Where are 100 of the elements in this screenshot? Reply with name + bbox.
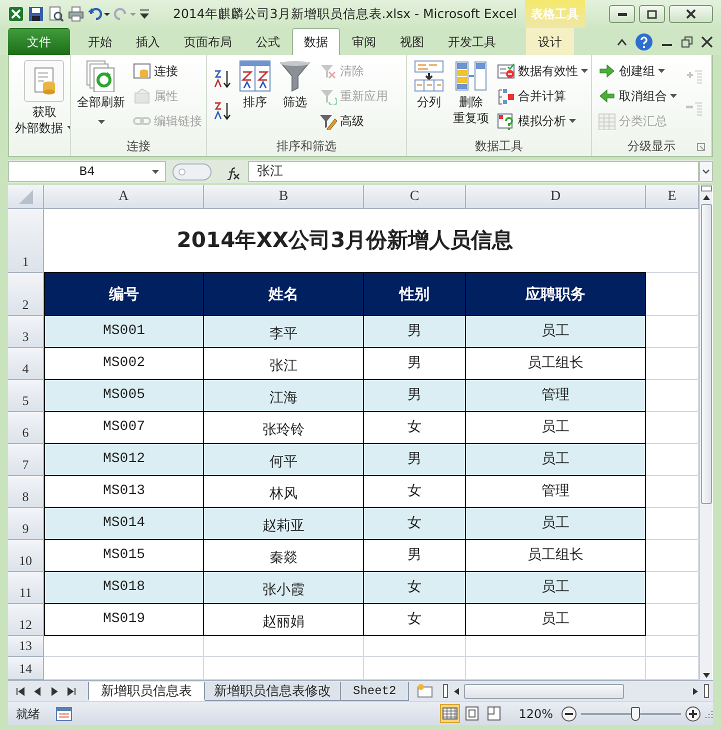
ribbon-tab[interactable]: 页面布局 [172, 28, 244, 55]
ribbon-button[interactable]: 取消组合 [596, 84, 679, 108]
insert-sheet-icon[interactable] [415, 683, 436, 699]
row-header[interactable]: 1 [8, 209, 44, 273]
ribbon-tab[interactable]: 文件 [8, 28, 70, 55]
close-icon[interactable] [701, 36, 713, 48]
ribbon-tab[interactable]: 开发工具 [436, 28, 508, 55]
column-header[interactable]: E [646, 185, 699, 209]
ribbon-button[interactable]: 获取 外部数据 [13, 59, 70, 138]
column-header[interactable]: A [44, 185, 204, 209]
name-box[interactable]: B4 [8, 161, 166, 182]
row-header[interactable]: 8 [8, 476, 44, 508]
first-sheet-icon[interactable] [16, 686, 25, 696]
clear-filter-icon [319, 62, 337, 80]
row-header[interactable]: 5 [8, 380, 44, 412]
table-cell: 员工 [466, 508, 646, 540]
caret-icon [569, 119, 576, 123]
window-title: 2014年麒麟公司3月新增职员信息表.xlsx - Microsoft Excel [172, 4, 518, 23]
record-macro-icon[interactable] [56, 706, 72, 720]
table-cell: MS019 [44, 604, 204, 636]
scroll-right-icon[interactable] [692, 686, 700, 696]
sheet-tab[interactable]: Sheet2 [340, 682, 410, 700]
zoom-level: 120% [518, 706, 553, 722]
save-icon[interactable] [28, 6, 44, 22]
ribbon-tab[interactable]: 数据 [292, 28, 340, 55]
table-cell: 张小霞 [204, 572, 364, 604]
next-sheet-icon[interactable] [50, 686, 59, 696]
splitter-handle-icon[interactable] [172, 162, 212, 182]
vertical-scrollbar[interactable] [699, 185, 712, 680]
ribbon-button[interactable]: 连接 [131, 59, 204, 83]
row-header[interactable]: 13 [8, 636, 44, 657]
scroll-left-icon[interactable] [452, 686, 460, 696]
column-header[interactable]: C [364, 185, 466, 209]
row-header[interactable]: 11 [8, 572, 44, 604]
ribbon-button[interactable]: 筛选 [277, 59, 313, 112]
previous-sheet-icon[interactable] [33, 686, 42, 696]
row-header[interactable]: 2 [8, 273, 44, 316]
printer-icon[interactable] [68, 6, 84, 22]
row-header[interactable]: 10 [8, 540, 44, 572]
row-header[interactable]: 12 [8, 604, 44, 636]
scroll-up-icon[interactable] [702, 193, 710, 201]
group-label: 数据工具 [475, 139, 523, 153]
ribbon-tab[interactable]: 插入 [124, 28, 172, 55]
ribbon-button[interactable]: 删除 重复项 [451, 59, 491, 128]
ribbon-tab[interactable]: 视图 [388, 28, 436, 55]
customize-menu-icon[interactable] [140, 9, 149, 19]
row-header[interactable]: 6 [8, 412, 44, 444]
column-header[interactable]: B [204, 185, 364, 209]
row-header[interactable]: 3 [8, 316, 44, 348]
ribbon-button[interactable]: 全部刷新 [75, 59, 127, 132]
ribbon-button[interactable]: 创建组 [596, 59, 679, 83]
ribbon-tab[interactable]: 开始 [76, 28, 124, 55]
sort-a-to-z-icon [213, 68, 231, 88]
split-box-icon[interactable] [704, 684, 709, 698]
ribbon-button[interactable]: 合并计算 [495, 84, 590, 108]
table-cell: 男 [364, 380, 466, 412]
ribbon-button[interactable]: 数据有效性 [495, 59, 590, 83]
horizontal-scrollbar-thumb[interactable] [464, 684, 624, 698]
table-cell: 女 [364, 572, 466, 604]
tab-splitter-icon[interactable] [443, 684, 448, 698]
zoom-out-icon[interactable] [561, 706, 577, 722]
table-cell: MS014 [44, 508, 204, 540]
ribbon-tab[interactable]: 设计 [526, 28, 574, 55]
ribbon-button[interactable]: 排序 [237, 59, 273, 112]
zoom-slider-thumb[interactable] [631, 706, 640, 720]
minimize-icon [618, 12, 626, 16]
normal-view-button[interactable] [440, 705, 459, 722]
zoom-in-icon[interactable] [685, 706, 701, 722]
page-layout-button[interactable] [462, 705, 481, 722]
table-cell: MS012 [44, 444, 204, 476]
maximize-button[interactable] [639, 5, 665, 23]
expand-formula-icon[interactable] [699, 161, 713, 182]
ribbon-button[interactable]: 分列 [411, 59, 447, 112]
close-button[interactable] [669, 5, 713, 23]
ribbon-button[interactable]: 模拟分析 [495, 109, 590, 133]
minimize-button[interactable] [609, 5, 635, 23]
what-if-icon [497, 112, 515, 130]
restore-icon[interactable] [681, 36, 693, 48]
row-header[interactable]: 9 [8, 508, 44, 540]
table-cell: 江海 [204, 380, 364, 412]
page-break-button[interactable] [484, 705, 503, 722]
scrollbar-thumb[interactable] [700, 204, 712, 504]
row-header[interactable]: 7 [8, 444, 44, 476]
reapply-filter-icon [319, 88, 337, 104]
ribbon-tab[interactable]: 审阅 [340, 28, 388, 55]
help-icon[interactable] [635, 33, 653, 51]
sheet-tab[interactable]: 新增职员信息表 [88, 682, 205, 700]
collapse-ribbon-icon[interactable] [617, 38, 627, 46]
dialog-launcher-icon[interactable] [697, 143, 705, 151]
formula-field[interactable]: 张江 [248, 161, 699, 182]
ribbon-tab[interactable]: 公式 [244, 28, 292, 55]
column-header[interactable]: D [466, 185, 646, 209]
zoom-slider[interactable] [581, 706, 681, 722]
last-sheet-icon[interactable] [67, 686, 76, 696]
print-preview-icon[interactable] [48, 6, 64, 22]
ribbon-button[interactable]: 高级 [317, 109, 390, 133]
row-header[interactable]: 4 [8, 348, 44, 380]
excel-logo-icon[interactable] [8, 6, 24, 22]
row-header[interactable]: 14 [8, 657, 44, 680]
undo-icon[interactable] [88, 6, 110, 22]
